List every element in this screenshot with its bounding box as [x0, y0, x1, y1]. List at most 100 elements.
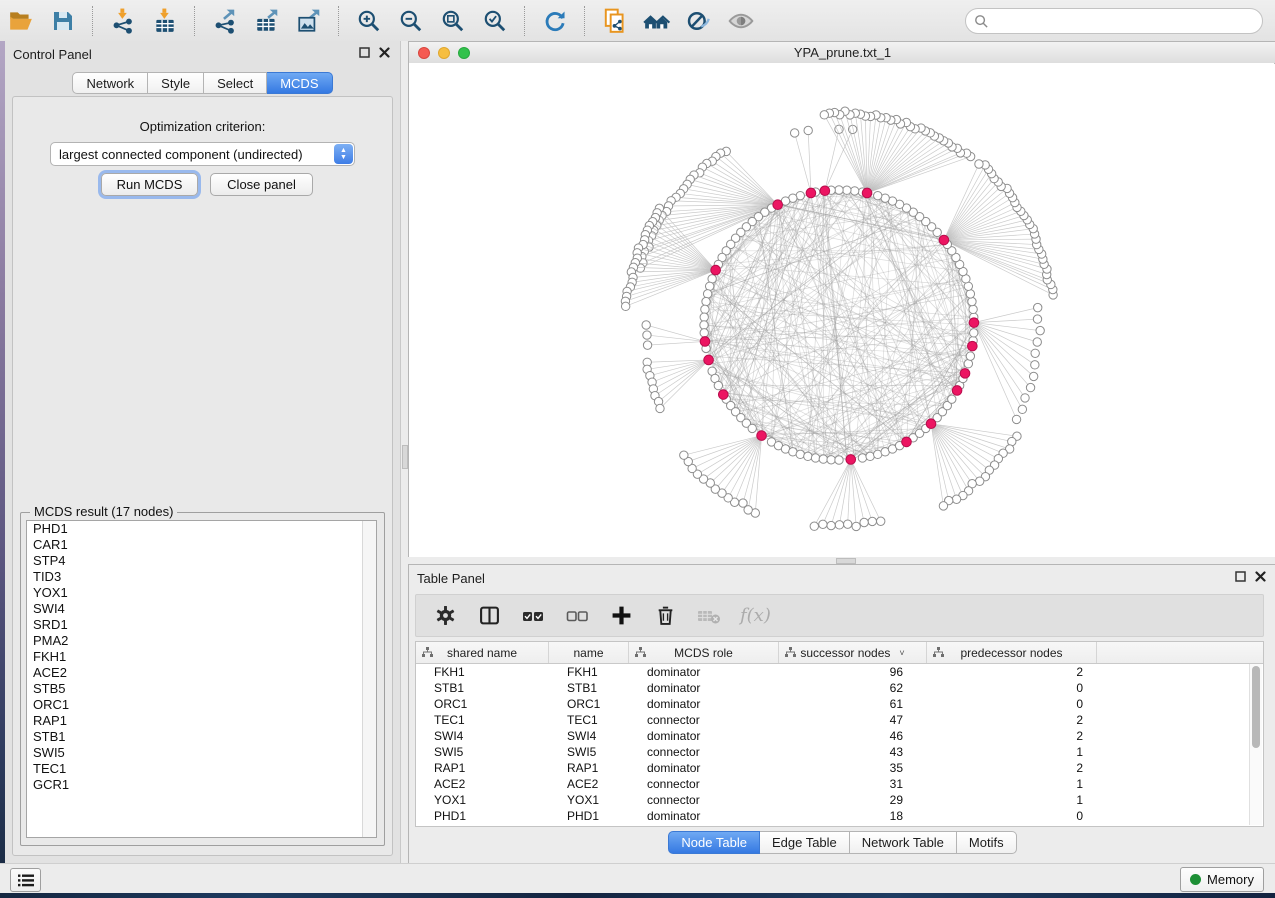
graph-node[interactable] [796, 450, 804, 458]
graph-node[interactable] [827, 521, 835, 529]
delete-table-icon[interactable] [696, 603, 722, 629]
graph-node[interactable] [966, 290, 974, 298]
graph-node[interactable] [860, 518, 868, 526]
tab-network-table[interactable]: Network Table [850, 831, 957, 854]
graph-node[interactable] [790, 129, 798, 137]
graph-node[interactable] [819, 455, 827, 463]
graph-node[interactable] [968, 341, 978, 351]
graph-node[interactable] [811, 454, 819, 462]
zoom-in-icon[interactable] [352, 5, 386, 37]
mcds-result-item[interactable]: SWI5 [27, 745, 376, 761]
scrollbar-thumb[interactable] [1252, 666, 1260, 748]
graph-node[interactable] [1034, 303, 1042, 311]
mcds-result-item[interactable]: SWI4 [27, 601, 376, 617]
mcds-result-list[interactable]: PHD1CAR1STP4TID3YOX1SWI4SRD1PMA2FKH1ACE2… [26, 520, 377, 838]
tab-mcds[interactable]: MCDS [267, 72, 332, 94]
graph-node[interactable] [952, 495, 960, 503]
graph-node[interactable] [739, 499, 747, 507]
table-row[interactable]: FKH1FKH1dominator962 [416, 664, 1263, 680]
graph-node[interactable] [868, 517, 876, 525]
graph-node[interactable] [902, 437, 912, 447]
graph-node[interactable] [948, 395, 956, 403]
export-network-icon[interactable] [208, 5, 242, 37]
mcds-result-item[interactable]: PHD1 [27, 521, 376, 537]
column-header-shared-name[interactable]: shared name [416, 642, 549, 663]
search-box[interactable] [965, 8, 1263, 34]
graph-node[interactable] [820, 111, 828, 119]
graph-node[interactable] [700, 337, 710, 347]
graph-node[interactable] [862, 188, 872, 198]
graph-node[interactable] [926, 419, 936, 429]
graph-node[interactable] [820, 186, 830, 196]
mcds-result-item[interactable]: TEC1 [27, 761, 376, 777]
result-scrollbar[interactable] [362, 521, 376, 837]
zoom-out-icon[interactable] [394, 5, 428, 37]
graph-node[interactable] [952, 386, 962, 396]
network-canvas[interactable] [409, 63, 1274, 556]
graph-node[interactable] [846, 455, 856, 465]
close-icon[interactable] [1255, 571, 1266, 582]
run-mcds-button[interactable]: Run MCDS [101, 173, 198, 196]
table-row[interactable]: ORC1ORC1dominator610 [416, 696, 1263, 712]
graph-node[interactable] [866, 452, 874, 460]
tab-network[interactable]: Network [72, 72, 148, 94]
graph-node[interactable] [1031, 349, 1039, 357]
table-row[interactable]: RAP1RAP1dominator352 [416, 760, 1263, 776]
column-header-predecessor-nodes[interactable]: predecessor nodes [927, 642, 1097, 663]
graph-node[interactable] [642, 321, 650, 329]
save-session-icon[interactable] [46, 5, 80, 37]
duplicate-network-icon[interactable] [598, 5, 632, 37]
graph-node[interactable] [966, 352, 974, 360]
open-file-icon[interactable] [4, 5, 38, 37]
graph-node[interactable] [1026, 383, 1034, 391]
graph-node[interactable] [1031, 361, 1039, 369]
add-column-icon[interactable] [608, 603, 634, 629]
graph-node[interactable] [835, 456, 843, 464]
graph-node[interactable] [968, 297, 976, 305]
graph-node[interactable] [960, 369, 970, 379]
graph-node[interactable] [827, 456, 835, 464]
graph-node[interactable] [748, 424, 756, 432]
graph-node[interactable] [843, 186, 851, 194]
column-header-name[interactable]: name [549, 642, 629, 663]
graph-node[interactable] [819, 520, 827, 528]
graph-node[interactable] [852, 522, 860, 530]
graph-node[interactable] [773, 200, 783, 210]
mcds-result-item[interactable]: GCR1 [27, 777, 376, 793]
table-scrollbar[interactable] [1249, 664, 1262, 825]
graph-node[interactable] [1033, 315, 1041, 323]
column-header-successor-nodes[interactable]: successor nodes˅ [779, 642, 927, 663]
float-window-icon[interactable] [1235, 571, 1246, 582]
graph-node[interactable] [705, 282, 713, 290]
mcds-result-item[interactable]: YOX1 [27, 585, 376, 601]
refresh-layout-icon[interactable] [538, 5, 572, 37]
table-row[interactable]: PHD1PHD1dominator180 [416, 808, 1263, 824]
mcds-result-item[interactable]: STB1 [27, 729, 376, 745]
criterion-select[interactable]: largest connected component (undirected)… [50, 142, 355, 166]
close-panel-button[interactable]: Close panel [210, 173, 313, 196]
zoom-selected-icon[interactable] [478, 5, 512, 37]
graph-node[interactable] [643, 331, 651, 339]
graph-node[interactable] [1021, 394, 1029, 402]
graph-node[interactable] [621, 302, 629, 310]
graph-node[interactable] [703, 290, 711, 298]
graph-node[interactable] [700, 321, 708, 329]
table-row[interactable]: TEC1TEC1connector472 [416, 712, 1263, 728]
tab-edge-table[interactable]: Edge Table [760, 831, 850, 854]
export-table-icon[interactable] [250, 5, 284, 37]
graph-node[interactable] [702, 297, 710, 305]
memory-button[interactable]: Memory [1180, 867, 1264, 892]
export-image-icon[interactable] [292, 5, 326, 37]
graph-node[interactable] [680, 451, 688, 459]
graph-node[interactable] [700, 329, 708, 337]
graph-node[interactable] [835, 521, 843, 529]
graph-node[interactable] [1033, 338, 1041, 346]
graph-node[interactable] [969, 305, 977, 313]
graph-node[interactable] [701, 305, 709, 313]
network-view-titlebar[interactable]: YPA_prune.txt_1 [409, 42, 1275, 64]
table-row[interactable]: ACE2ACE2connector311 [416, 776, 1263, 792]
graph-node[interactable] [939, 502, 947, 510]
graph-node[interactable] [656, 404, 664, 412]
column-header-MCDS-role[interactable]: MCDS role [629, 642, 779, 663]
graph-node[interactable] [1036, 326, 1044, 334]
